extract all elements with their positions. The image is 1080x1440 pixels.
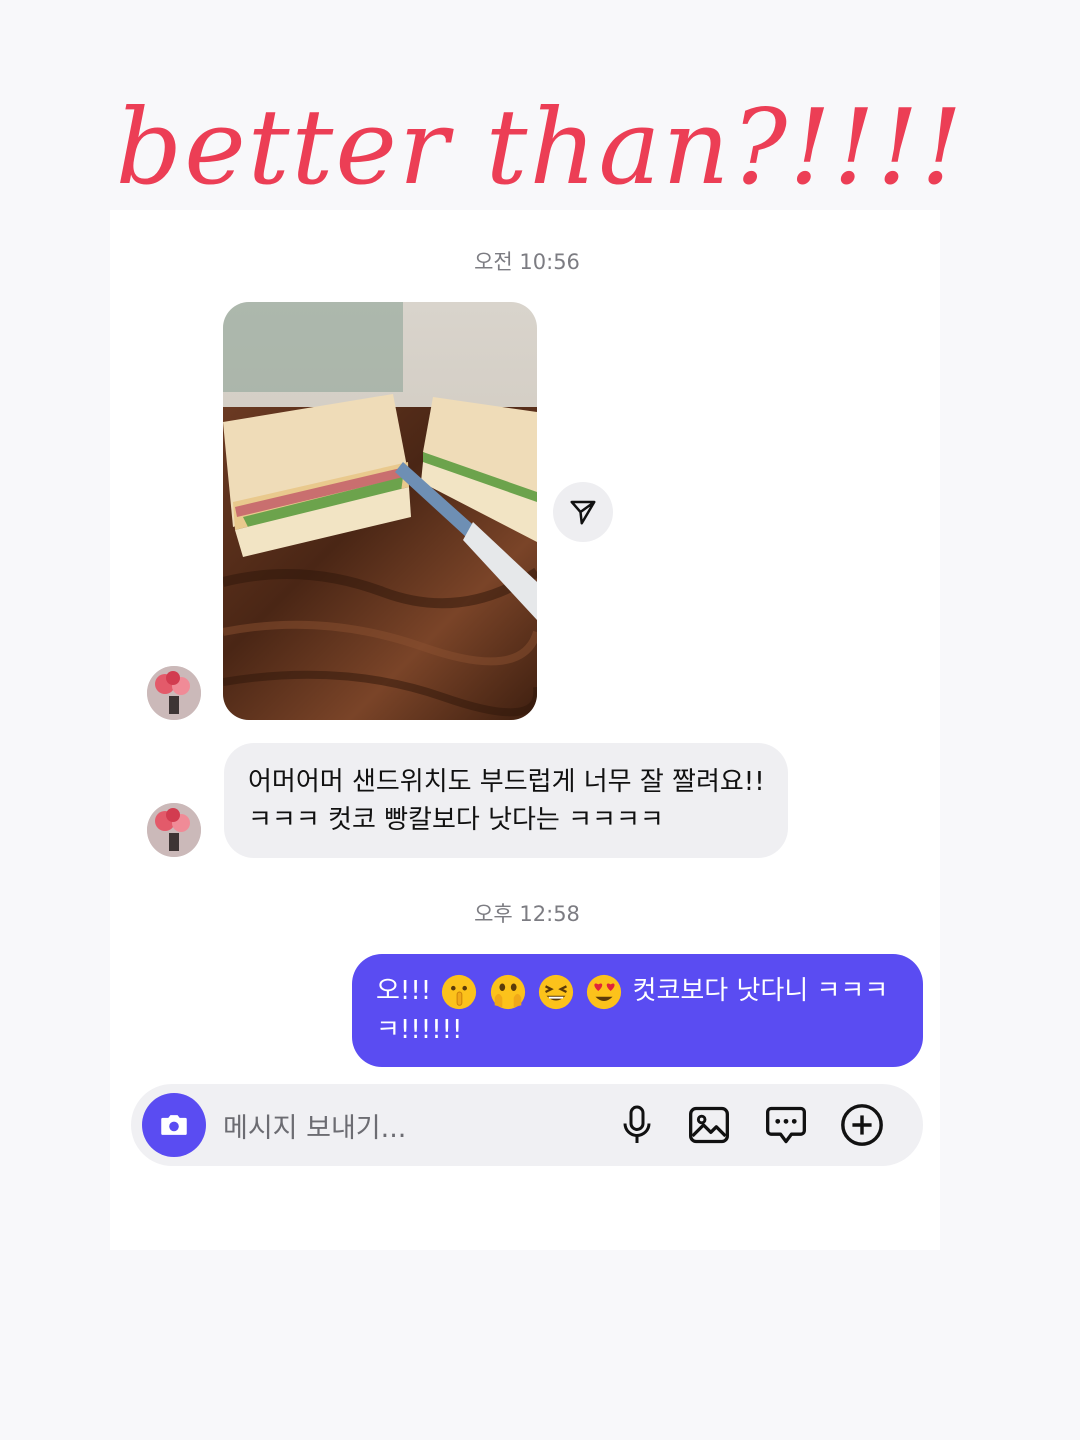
message-composer: 메시지 보내기... — [131, 1084, 923, 1166]
outgoing-message-bubble[interactable]: 오!!! 컷코보다 낫다니 ㅋㅋㅋㅋ!!!!!! — [352, 954, 923, 1067]
face-with-hand-over-mouth-icon — [490, 974, 525, 1009]
sticker-button[interactable] — [763, 1102, 809, 1148]
microphone-button[interactable] — [614, 1102, 660, 1148]
sticker-icon — [766, 1106, 806, 1144]
send-icon — [570, 500, 596, 525]
share-button[interactable] — [553, 482, 613, 542]
microphone-icon — [623, 1105, 651, 1143]
add-button[interactable] — [839, 1102, 885, 1148]
timestamp: 오전 10:56 — [474, 250, 580, 274]
message-input[interactable]: 메시지 보내기... — [223, 1106, 406, 1145]
image-icon — [689, 1106, 729, 1144]
shushing-face-icon — [442, 974, 477, 1009]
grinning-squinting-face-icon — [538, 974, 574, 1009]
headline-text: better than?!!!! — [115, 86, 965, 208]
photo-message[interactable] — [223, 302, 537, 720]
sandwich-photo — [223, 302, 537, 720]
plus-icon — [841, 1104, 883, 1146]
avatar[interactable] — [147, 803, 201, 857]
message-text: 오!!! — [376, 976, 432, 1006]
camera-button[interactable] — [142, 1093, 206, 1157]
timestamp: 오후 12:58 — [474, 902, 580, 926]
avatar-image — [147, 666, 201, 720]
camera-icon — [161, 1115, 187, 1135]
page: better than?!!!! 오전 10:56 어머어머 샌드위치도 부드럽… — [0, 0, 1080, 1440]
heart-eyes-face-icon — [587, 974, 622, 1009]
avatar[interactable] — [147, 666, 201, 720]
gallery-button[interactable] — [686, 1102, 732, 1148]
avatar-image — [147, 803, 201, 857]
incoming-message-bubble[interactable]: 어머어머 샌드위치도 부드럽게 너무 잘 짤려요!! ㅋㅋㅋ 컷코 빵칼보다 낫… — [224, 743, 788, 858]
